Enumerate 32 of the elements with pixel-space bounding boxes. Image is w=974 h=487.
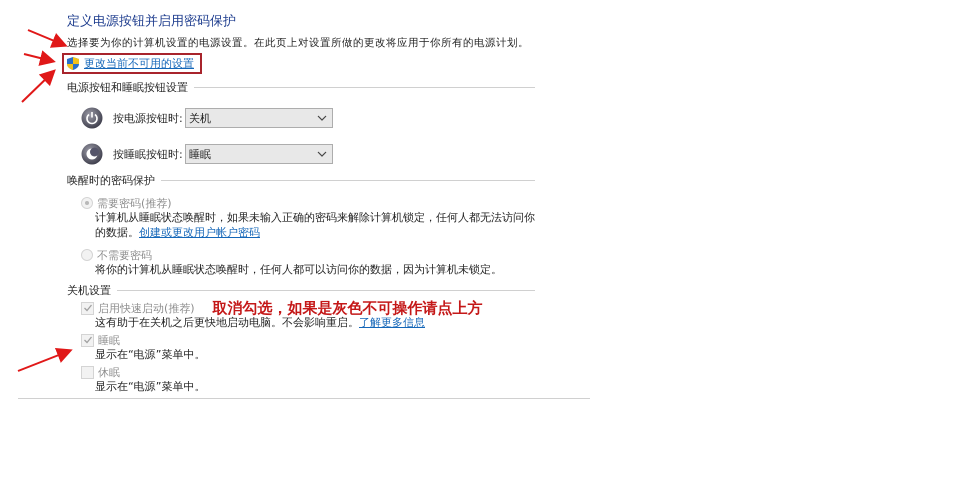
option-label: 睡眠 <box>98 332 120 348</box>
option-label: 需要密码(推荐) <box>97 196 172 210</box>
arrow <box>18 348 73 372</box>
description-text: 显示在“电源”菜单中。 <box>95 379 206 394</box>
option-label: 休眠 <box>98 364 120 380</box>
arrow <box>28 29 68 48</box>
dropdown[interactable]: 睡眠 <box>185 144 333 164</box>
section-heading: 唤醒时的密码保护 <box>67 173 155 188</box>
annotation-text: 取消勾选，如果是灰色不可操作请点上方 <box>212 301 483 315</box>
arrow <box>21 69 56 103</box>
description-text: 显示在“电源”菜单中。 <box>95 347 206 362</box>
section-heading: 关机设置 <box>67 283 111 298</box>
check-icon <box>82 335 92 345</box>
option-label: 不需要密码 <box>97 248 152 262</box>
option-label: 启用快速启动(推荐) <box>98 300 195 316</box>
shield-icon <box>66 56 80 71</box>
section-heading: 电源按钮和睡眠按钮设置 <box>67 80 188 95</box>
caret-icon <box>317 115 327 121</box>
settings-link[interactable]: 更改当前不可用的设置 <box>84 56 194 71</box>
description-text: 这有助于在关机之后更快地启动电脑。不会影响重启。了解更多信息 <box>95 316 426 330</box>
description-text: 计算机从睡眠状态唤醒时，如果未输入正确的密码来解除计算机锁定，任何人都无法访问你的数据。创建或更改用户帐户密码 <box>95 210 535 240</box>
arrow <box>24 50 56 66</box>
page-title: 定义电源按钮并启用密码保护 <box>67 13 237 30</box>
field-label: 按电源按钮时: <box>113 110 184 126</box>
check-icon <box>82 303 92 313</box>
caret-icon <box>317 151 327 157</box>
moon-icon <box>81 143 103 165</box>
description-text: 将你的计算机从睡眠状态唤醒时，任何人都可以访问你的数据，因为计算机未锁定。 <box>95 262 503 277</box>
description-text: 选择要为你的计算机设置的电源设置。在此页上对设置所做的更改将应用于你所有的电源计划。 <box>67 36 530 50</box>
power-icon <box>81 107 103 129</box>
dropdown[interactable]: 关机 <box>185 108 333 128</box>
field-label: 按睡眠按钮时: <box>113 146 184 162</box>
